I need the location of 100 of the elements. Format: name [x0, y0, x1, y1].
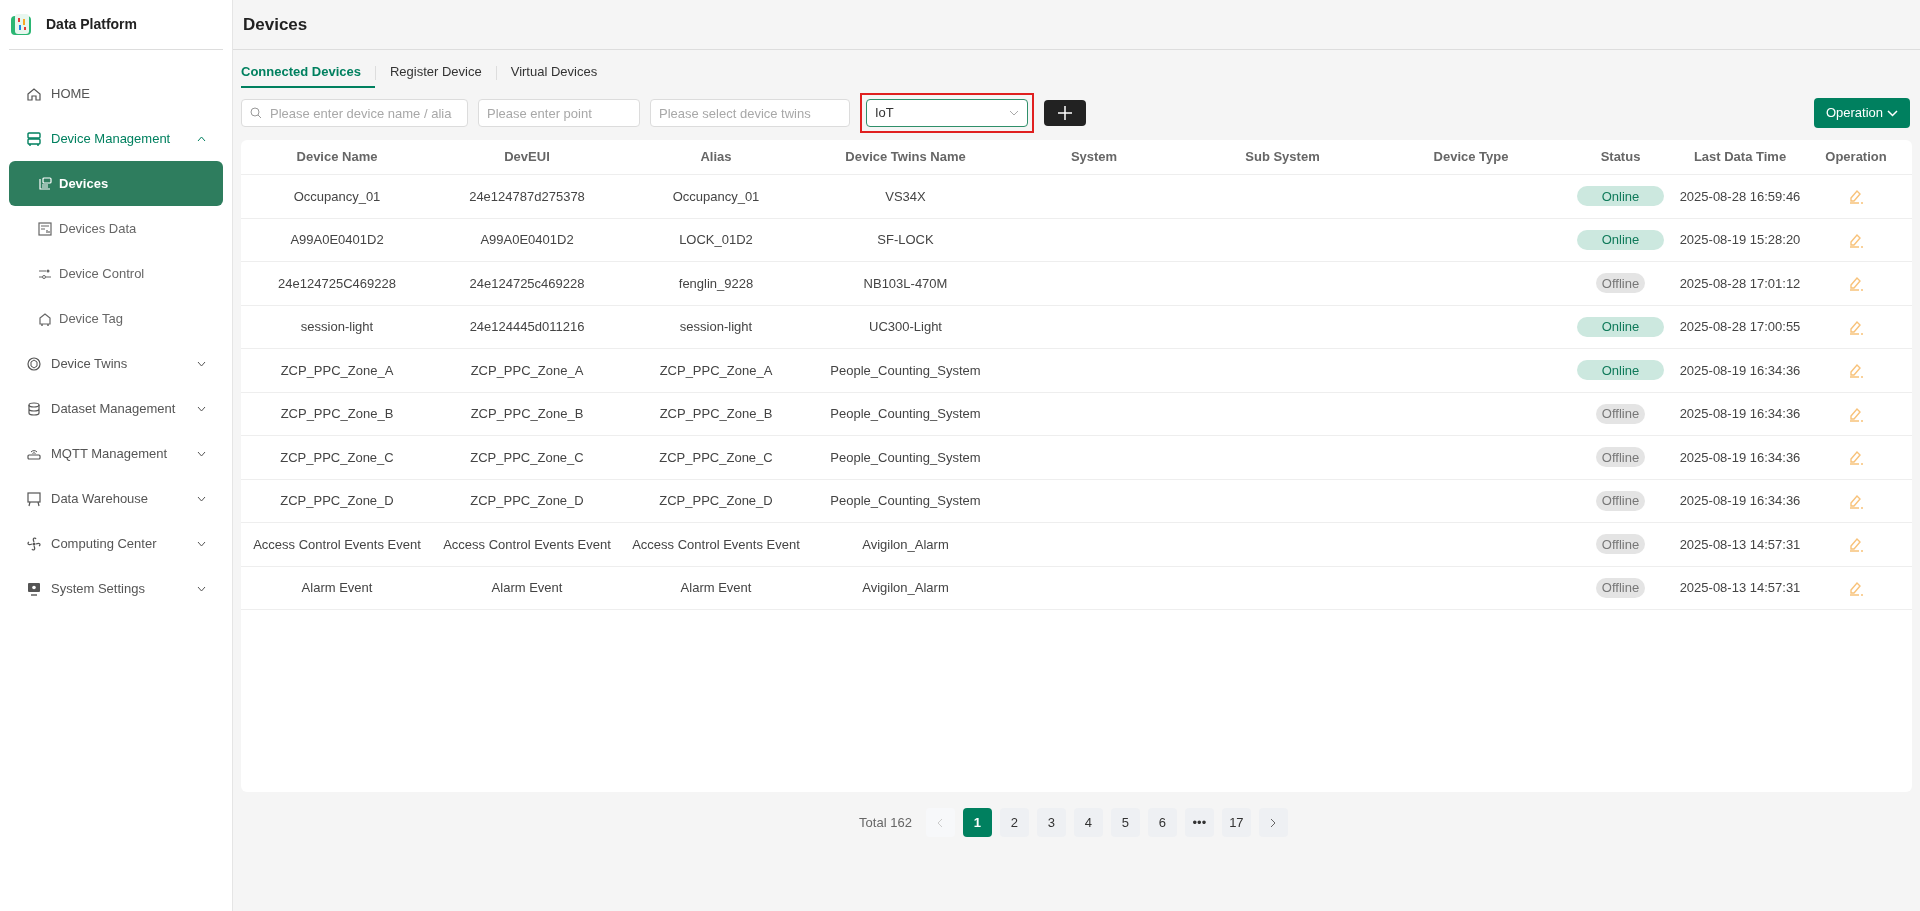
- table-cell-text: UC300-Light: [868, 318, 943, 336]
- menu-item[interactable]: Dataset Management: [9, 386, 223, 431]
- column-header: Device Twins Name: [844, 148, 967, 167]
- table-cell-text: 24e124787d275378: [468, 187, 586, 206]
- add-button[interactable]: [1044, 100, 1086, 126]
- submenu-item[interactable]: Devices: [9, 161, 223, 206]
- page-button[interactable]: 4: [1073, 808, 1103, 837]
- edit-icon[interactable]: [1847, 187, 1865, 206]
- page-button[interactable]: 2: [999, 808, 1029, 837]
- category-select[interactable]: IoT: [866, 99, 1028, 127]
- table-cell-text: Access Control Events Event: [442, 535, 612, 554]
- status-badge: Online: [1577, 229, 1664, 250]
- column-header: DevEUI: [503, 148, 551, 167]
- table-cell-text: Alarm Event: [490, 579, 564, 597]
- tab[interactable]: Connected Devices: [241, 58, 375, 88]
- column-header: Alias: [699, 148, 733, 167]
- menu-item[interactable]: Data Warehouse: [9, 476, 223, 521]
- table-cell-text: Avigilon_Alarm: [861, 579, 950, 597]
- column-header: Device Type: [1432, 148, 1510, 167]
- plus-icon: [1058, 106, 1072, 120]
- brand-name: Data Platform: [46, 15, 138, 34]
- table-cell-text: ZCP_PPC_Zone_C: [658, 448, 774, 467]
- menu-item[interactable]: HOME: [9, 71, 223, 116]
- edit-icon[interactable]: [1847, 448, 1865, 467]
- logo-icon: [10, 12, 34, 37]
- operation-button[interactable]: Operation: [1813, 98, 1910, 128]
- table-cell-text: session-light: [299, 318, 375, 336]
- chevron-down-icon: [197, 540, 206, 547]
- table-cell-text: Avigilon_Alarm: [861, 535, 950, 554]
- edit-icon[interactable]: [1847, 361, 1865, 380]
- table-cell-text: Alarm Event: [300, 579, 374, 597]
- chevron-left-icon: [937, 817, 944, 828]
- page-button[interactable]: 3: [1036, 808, 1066, 837]
- page-button[interactable]: •••: [1184, 808, 1214, 837]
- submenu-item[interactable]: Device Tag: [9, 296, 223, 341]
- menu-item[interactable]: Device Management: [9, 116, 223, 161]
- table-cell-text: 2025-08-19 16:34:36: [1678, 361, 1802, 380]
- menu-item[interactable]: System Settings: [9, 566, 223, 611]
- column-header: System: [1069, 148, 1119, 167]
- table-cell-text: ZCP_PPC_Zone_D: [469, 492, 585, 510]
- column-header: Device Name: [295, 148, 379, 167]
- status-badge: Online: [1577, 360, 1664, 381]
- table-cell-text: ZCP_PPC_Zone_C: [279, 448, 395, 467]
- menu-item[interactable]: MQTT Management: [9, 431, 223, 476]
- chevron-down-icon: [1887, 109, 1898, 117]
- server-icon: [26, 130, 42, 147]
- device-twins-select[interactable]: Please select device twins: [650, 99, 850, 127]
- edit-icon[interactable]: [1847, 274, 1865, 293]
- table-cell-text: ZCP_PPC_Zone_D: [658, 492, 774, 510]
- chevron-down-icon: [197, 405, 206, 412]
- devices-icon: [37, 175, 53, 192]
- table-cell-text: VS34X: [884, 187, 927, 206]
- column-header: Operation: [1824, 148, 1888, 167]
- page-button[interactable]: 5: [1110, 808, 1140, 837]
- table-cell-text: NB103L-470M: [862, 274, 949, 293]
- monitor-icon: [26, 580, 42, 597]
- table-cell-text: SF-LOCK: [876, 231, 935, 249]
- table-cell-text: 2025-08-28 17:00:55: [1678, 318, 1802, 336]
- report-icon: [37, 220, 53, 237]
- table-cell-text: Access Control Events Event: [631, 535, 801, 554]
- page-button[interactable]: 17: [1221, 808, 1251, 837]
- status-badge: Offline: [1595, 534, 1646, 555]
- table-cell-text: People_Counting_System: [829, 361, 982, 380]
- cube-icon: [26, 355, 42, 372]
- status-badge: Offline: [1595, 403, 1646, 424]
- submenu-item[interactable]: Devices Data: [9, 206, 223, 251]
- next-page-button[interactable]: [1258, 808, 1288, 837]
- edit-icon[interactable]: [1847, 535, 1865, 554]
- previous-page-button[interactable]: [925, 808, 955, 837]
- search-icon: [250, 107, 262, 119]
- column-header: Sub System: [1244, 148, 1321, 167]
- menu-item[interactable]: Device Twins: [9, 341, 223, 386]
- search-field[interactable]: Please enter device name / alia: [241, 99, 468, 127]
- status-badge: Offline: [1595, 490, 1646, 511]
- menu-item[interactable]: Computing Center: [9, 521, 223, 566]
- column-header: Last Data Time: [1692, 148, 1788, 167]
- table-cell-text: LOCK_01D2: [678, 231, 754, 249]
- table-cell-text: ZCP_PPC_Zone_A: [469, 361, 585, 380]
- tab[interactable]: Virtual Devices: [496, 58, 612, 88]
- chevron-right-icon: [1270, 817, 1277, 828]
- chevron-up-icon: [197, 135, 206, 142]
- page-button[interactable]: 6: [1147, 808, 1177, 837]
- submenu-item[interactable]: Device Control: [9, 251, 223, 296]
- table-cell-text: 2025-08-13 14:57:31: [1678, 579, 1802, 597]
- tab[interactable]: Register Device: [375, 58, 496, 88]
- table-cell-text: A99A0E0401D2: [479, 231, 575, 249]
- status-badge: Offline: [1595, 447, 1646, 468]
- table-cell-text: ZCP_PPC_Zone_B: [658, 405, 774, 423]
- page-button[interactable]: 1: [962, 808, 992, 837]
- table-cell-text: People_Counting_System: [829, 405, 982, 423]
- table-cell-text: fenglin_9228: [677, 274, 755, 293]
- table-cell-text: A99A0E0401D2: [289, 231, 385, 249]
- status-badge: Offline: [1595, 577, 1646, 598]
- table-cell-text: ZCP_PPC_Zone_D: [279, 492, 395, 510]
- table-cell-text: Alarm Event: [679, 579, 753, 597]
- table-cell-text: 2025-08-19 15:28:20: [1678, 231, 1802, 249]
- total-count: Total 162: [859, 813, 912, 832]
- point-field[interactable]: Please enter point: [478, 99, 640, 127]
- table-cell-text: Occupancy_01: [671, 187, 761, 206]
- table-cell-text: People_Counting_System: [829, 492, 982, 510]
